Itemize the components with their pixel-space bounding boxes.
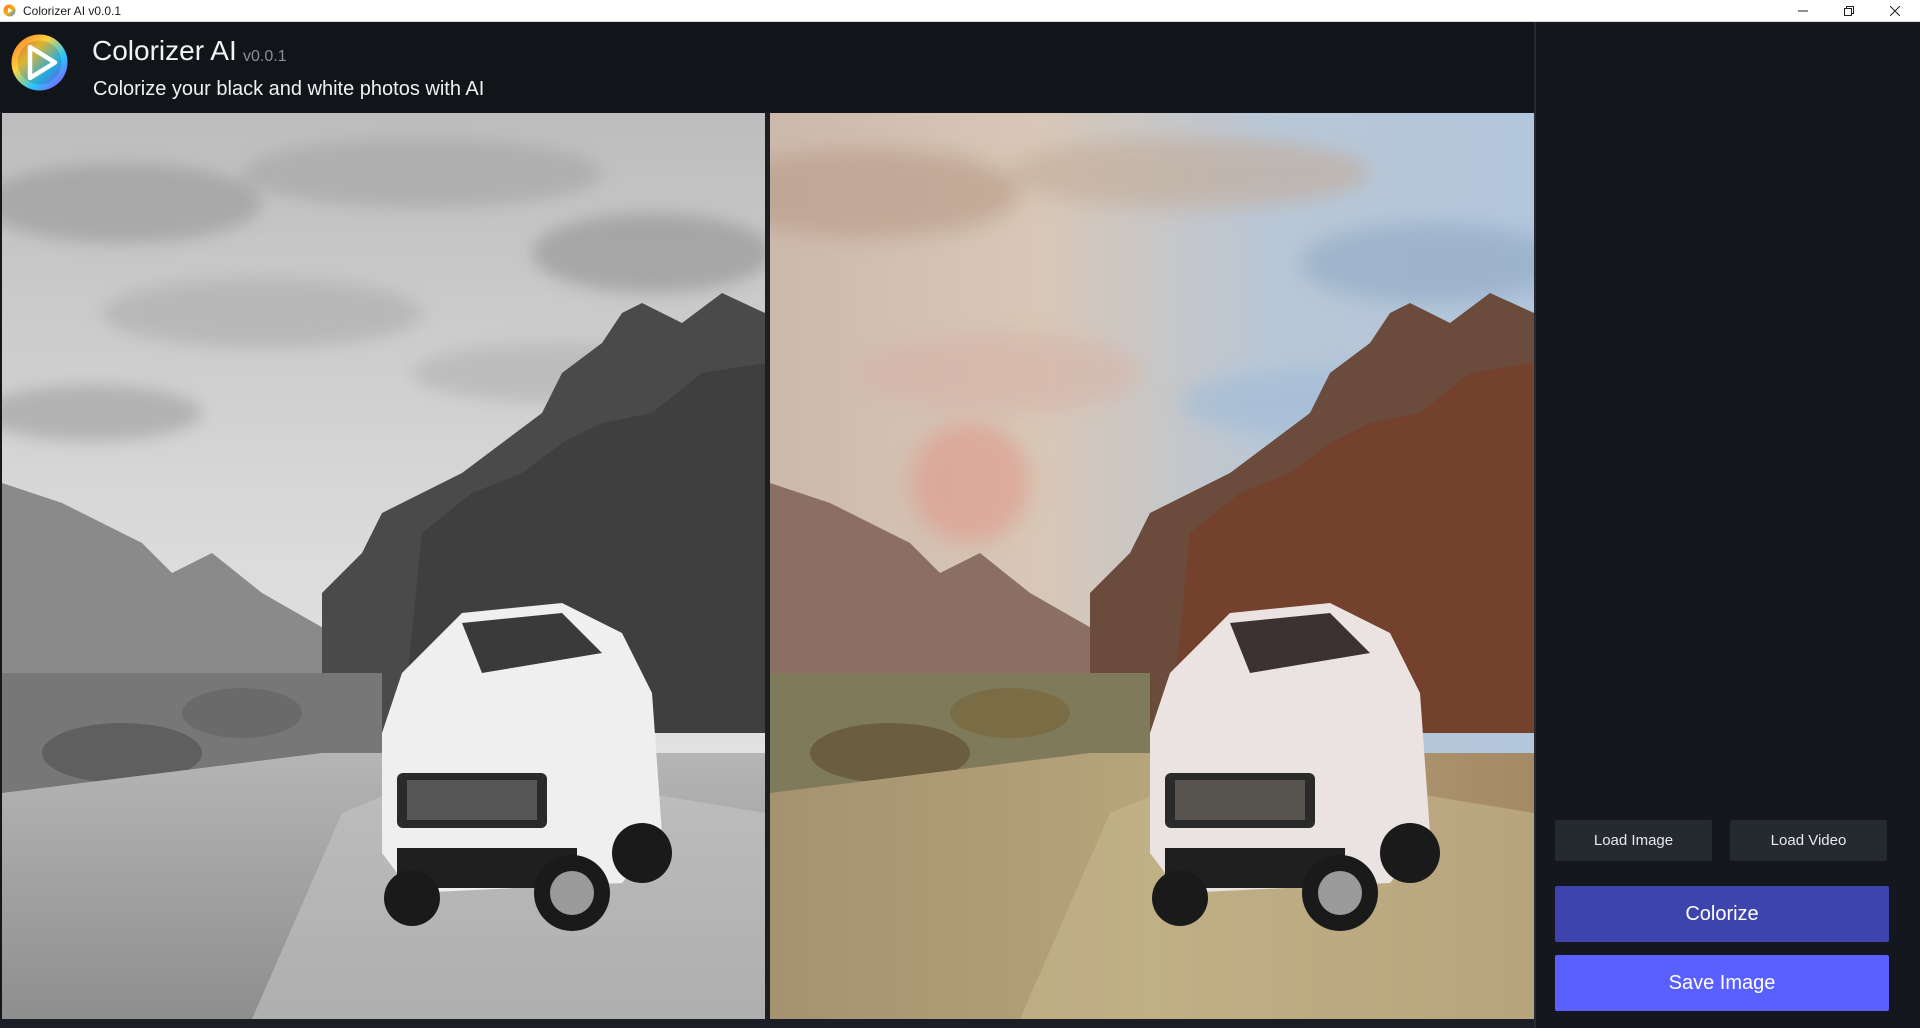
original-image-panel — [2, 113, 765, 1019]
minimize-icon — [1798, 10, 1808, 12]
app-version: v0.0.1 — [243, 48, 287, 65]
control-sidebar — [1536, 22, 1920, 1028]
colorize-button[interactable]: Colorize — [1555, 886, 1889, 942]
restore-icon — [1844, 6, 1854, 16]
grayscale-photo — [2, 113, 765, 1019]
close-button[interactable] — [1872, 0, 1918, 22]
close-icon — [1890, 6, 1900, 16]
colorized-photo — [770, 113, 1534, 1019]
window-title-bar: Colorizer AI v0.0.1 — [0, 0, 1920, 22]
restore-button[interactable] — [1826, 0, 1872, 22]
colorized-image-panel — [770, 113, 1534, 1019]
colorizer-app-icon — [3, 4, 16, 17]
app-title: Colorizer AI — [92, 35, 237, 66]
play-logo-icon — [11, 34, 68, 91]
save-image-button[interactable]: Save Image — [1555, 955, 1889, 1011]
app-header: Colorizer AI v0.0.1 Colorize your black … — [0, 22, 1535, 112]
app-subtitle: Colorize your black and white photos wit… — [93, 78, 485, 100]
load-image-button[interactable]: Load Image — [1555, 820, 1712, 861]
load-video-button[interactable]: Load Video — [1730, 820, 1887, 861]
bottom-strip — [0, 1019, 1535, 1028]
minimize-button[interactable] — [1780, 0, 1826, 22]
window-title: Colorizer AI v0.0.1 — [23, 4, 122, 18]
